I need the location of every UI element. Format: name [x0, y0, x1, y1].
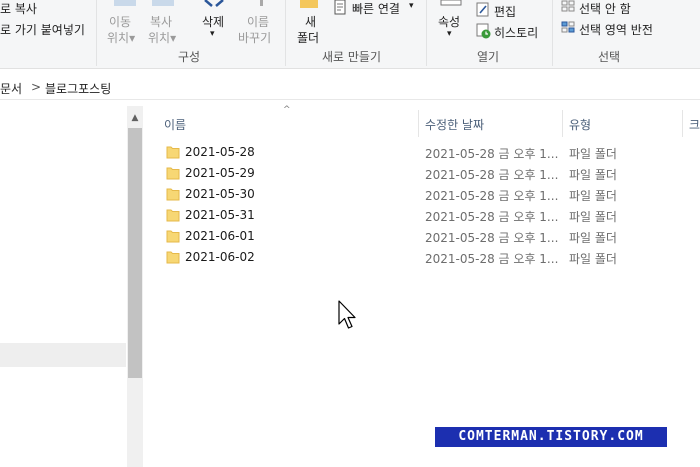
open-group-label: 열기 [477, 50, 500, 64]
breadcrumb-current[interactable]: 블로그포스팅 [45, 80, 111, 97]
list-item[interactable]: 2021-05-28 2021-05-28 금 오후 1... 파일 폴더 [145, 142, 700, 163]
scroll-up-icon[interactable]: ▲ [127, 110, 143, 126]
list-item[interactable]: 2021-05-30 2021-05-28 금 오후 1... 파일 폴더 [145, 184, 700, 205]
file-name: 2021-05-31 [185, 208, 255, 222]
column-divider[interactable] [562, 110, 563, 137]
nav-selected-item[interactable] [0, 343, 126, 367]
breadcrumb-parent[interactable]: 문서 [0, 80, 22, 97]
file-date: 2021-05-28 금 오후 1... [425, 210, 559, 224]
history-button[interactable]: 히스토리 [494, 24, 538, 41]
list-item[interactable]: 2021-06-02 2021-05-28 금 오후 1... 파일 폴더 [145, 247, 700, 268]
file-type: 파일 폴더 [569, 147, 617, 161]
folder-icon [166, 251, 180, 264]
file-name: 2021-05-29 [185, 166, 255, 180]
column-header-type[interactable]: 유형 [569, 116, 591, 133]
properties-button[interactable]: 속성 [438, 13, 460, 30]
mouse-cursor-icon [338, 300, 356, 329]
rename-button[interactable]: 이름 [247, 13, 269, 30]
file-list: ^ 이름 수정한 날짜 유형 크 2021-05-28 2021-05-28 금… [145, 104, 700, 467]
rename-icon [260, 0, 263, 6]
organize-group-label: 구성 [178, 50, 201, 64]
folder-icon [166, 167, 180, 180]
breadcrumb-separator-icon[interactable]: > [31, 80, 41, 94]
move-to-button[interactable]: 이동 [109, 13, 131, 30]
file-date: 2021-05-28 금 오후 1... [425, 189, 559, 203]
history-icon [476, 23, 491, 39]
properties-icon [440, 0, 462, 6]
edit-button[interactable]: 편집 [494, 3, 516, 20]
copy-to-icon [152, 0, 174, 6]
column-header-date[interactable]: 수정한 날짜 [425, 116, 484, 133]
paste-shortcut-button[interactable]: 로 가기 붙여넣기 [0, 21, 85, 38]
easy-access-button[interactable]: 빠른 연결 [352, 0, 400, 17]
select-none-icon [561, 0, 575, 12]
edit-icon [476, 2, 489, 17]
ribbon-separator [552, 0, 553, 66]
file-name: 2021-05-30 [185, 187, 255, 201]
file-date: 2021-05-28 금 오후 1... [425, 231, 559, 245]
delete-button[interactable]: 삭제 [202, 13, 224, 30]
ribbon: 로 복사 로 가기 붙여넣기 이동 위치▾ 복사 위치▾ 삭제 ▾ 이름 바꾸기… [0, 0, 700, 69]
easy-access-dropdown-arrow[interactable]: ▾ [409, 1, 414, 11]
file-name: 2021-05-28 [185, 145, 255, 159]
column-divider[interactable] [682, 110, 683, 137]
file-date: 2021-05-28 금 오후 1... [425, 168, 559, 182]
list-item[interactable]: 2021-06-01 2021-05-28 금 오후 1... 파일 폴더 [145, 226, 700, 247]
file-date: 2021-05-28 금 오후 1... [425, 252, 559, 266]
rename-button-label: 바꾸기 [238, 31, 272, 45]
file-type: 파일 폴더 [569, 210, 617, 224]
navigation-pane[interactable] [0, 104, 145, 467]
copy-path-button[interactable]: 로 복사 [0, 0, 37, 17]
address-bar[interactable]: 문서 > 블로그포스팅 [0, 74, 700, 100]
new-folder-button[interactable]: 새 [305, 13, 316, 30]
file-date: 2021-05-28 금 오후 1... [425, 147, 559, 161]
file-explorer-window: 로 복사 로 가기 붙여넣기 이동 위치▾ 복사 위치▾ 삭제 ▾ 이름 바꾸기… [0, 0, 700, 467]
move-to-icon [114, 0, 136, 6]
ribbon-separator [285, 0, 286, 66]
ribbon-separator [96, 0, 97, 66]
file-type: 파일 폴더 [569, 252, 617, 266]
sort-ascending-icon: ^ [283, 105, 291, 115]
scrollbar-thumb[interactable] [128, 128, 142, 378]
list-item[interactable]: 2021-05-31 2021-05-28 금 오후 1... 파일 폴더 [145, 205, 700, 226]
column-header-size[interactable]: 크 [689, 116, 700, 133]
invert-selection-button[interactable]: 선택 영역 반전 [579, 21, 653, 38]
folder-icon [166, 188, 180, 201]
new-folder-icon [300, 0, 318, 8]
file-name: 2021-06-01 [185, 229, 255, 243]
column-header-name[interactable]: 이름 [164, 116, 186, 133]
new-group-label: 새로 만들기 [322, 50, 382, 64]
delete-icon [204, 0, 224, 7]
new-folder-button-label: 폴더 [297, 31, 320, 45]
file-type: 파일 폴더 [569, 189, 617, 203]
select-group-label: 선택 [598, 50, 621, 64]
list-item[interactable]: 2021-05-29 2021-05-28 금 오후 1... 파일 폴더 [145, 163, 700, 184]
watermark: COMTERMAN.TISTORY.COM [435, 427, 667, 447]
copy-to-button[interactable]: 복사 [150, 13, 172, 30]
nav-scrollbar[interactable]: ▲ [127, 106, 143, 467]
delete-dropdown-arrow[interactable]: ▾ [210, 29, 215, 39]
ribbon-separator [426, 0, 427, 66]
move-to-button-label: 위치▾ [107, 31, 136, 45]
file-type: 파일 폴더 [569, 168, 617, 182]
easy-access-icon [334, 0, 346, 15]
file-name: 2021-06-02 [185, 250, 255, 264]
folder-icon [166, 209, 180, 222]
folder-icon [166, 230, 180, 243]
column-divider[interactable] [418, 110, 419, 137]
file-type: 파일 폴더 [569, 231, 617, 245]
invert-selection-icon [561, 21, 575, 33]
folder-icon [166, 146, 180, 159]
copy-to-button-label: 위치▾ [148, 31, 177, 45]
properties-dropdown-arrow[interactable]: ▾ [447, 29, 452, 39]
select-none-button[interactable]: 선택 안 함 [579, 0, 631, 17]
